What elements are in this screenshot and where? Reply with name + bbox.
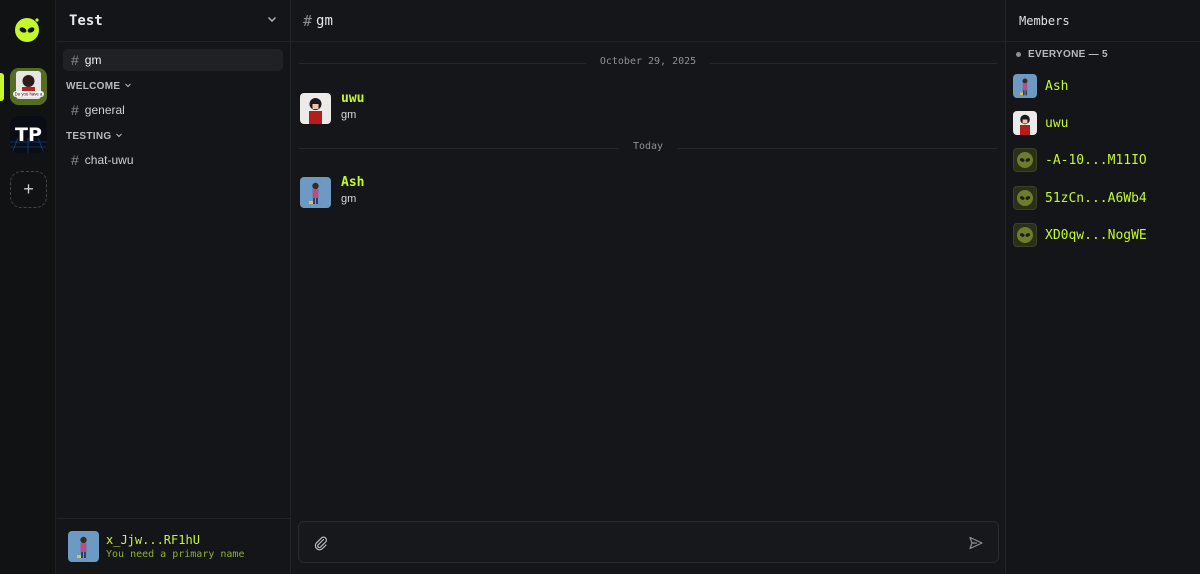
- user-panel[interactable]: x_Jjw...RF1hU You need a primary name: [57, 518, 290, 574]
- members-panel: Members EVERYONE — 5 Ash uwu -A-10...M11…: [1005, 0, 1200, 574]
- channel-sidebar: Test # gm WELCOME # general TESTING # ch…: [57, 0, 291, 574]
- alien-avatar-icon: [1013, 186, 1037, 210]
- channel-header: # gm: [291, 0, 1005, 42]
- channel-label: gm: [84, 53, 102, 67]
- member-name: uwu: [1045, 115, 1069, 131]
- paperclip-icon[interactable]: [313, 535, 329, 551]
- member-item[interactable]: Ash: [1013, 74, 1068, 98]
- member-name: XD0qw...NogWE: [1045, 227, 1147, 243]
- date-divider: Today: [299, 141, 997, 152]
- chevron-down-icon: [124, 81, 132, 92]
- user-name: x_Jjw...RF1hU: [106, 533, 200, 547]
- message-input[interactable]: [298, 521, 999, 563]
- channel-item-gm[interactable]: # gm: [63, 49, 283, 71]
- date-divider-label: Today: [618, 141, 678, 152]
- date-divider: October 29, 2025: [299, 56, 997, 67]
- avatar: [68, 531, 99, 562]
- member-item[interactable]: uwu: [1013, 111, 1068, 135]
- alien-avatar-icon: [1013, 148, 1037, 172]
- members-title: Members: [1006, 0, 1200, 42]
- server-tp-label: TP: [15, 124, 42, 146]
- member-name: -A-10...M11IO: [1045, 152, 1147, 168]
- member-item[interactable]: 51zCn...A6Wb4: [1013, 186, 1147, 210]
- alien-avatar-icon: [1013, 223, 1037, 247]
- role-label: EVERYONE — 5: [1028, 49, 1108, 60]
- channel-item-general[interactable]: # general: [63, 99, 283, 121]
- role-header: EVERYONE — 5: [1016, 49, 1108, 60]
- message-text: gm: [341, 109, 357, 121]
- channel-item-chat-uwu[interactable]: # chat-uwu: [63, 149, 283, 171]
- channel-label: general: [84, 103, 125, 117]
- message: Ash gm: [300, 175, 364, 208]
- avatar[interactable]: [300, 177, 331, 208]
- chevron-down-icon[interactable]: [266, 12, 278, 30]
- member-item[interactable]: XD0qw...NogWE: [1013, 223, 1147, 247]
- member-item[interactable]: -A-10...M11IO: [1013, 148, 1147, 172]
- category-label: TESTING: [66, 131, 112, 142]
- avatar: [1013, 111, 1037, 135]
- message-text: gm: [341, 193, 357, 205]
- hash-icon: #: [71, 152, 79, 168]
- selected-server-indicator: [0, 73, 4, 101]
- hash-icon: #: [71, 102, 79, 118]
- server-header[interactable]: Test: [57, 0, 290, 42]
- chevron-down-icon: [115, 131, 123, 142]
- category-welcome[interactable]: WELCOME: [66, 81, 132, 92]
- message-author[interactable]: uwu: [341, 91, 364, 106]
- server-rail: Do you have a TP +: [0, 0, 56, 574]
- hash-icon: #: [303, 11, 313, 30]
- hash-icon: #: [71, 52, 79, 68]
- date-divider-label: October 29, 2025: [585, 56, 711, 67]
- member-name: Ash: [1045, 78, 1069, 94]
- add-server-button[interactable]: +: [10, 171, 47, 208]
- status-dot-icon: [1016, 52, 1021, 57]
- channel-label: chat-uwu: [84, 153, 134, 167]
- avatar: [1013, 74, 1037, 98]
- category-label: WELCOME: [66, 81, 121, 92]
- user-status: You need a primary name: [106, 549, 245, 560]
- server-name: Test: [69, 12, 103, 29]
- server-icon-test[interactable]: Do you have a: [10, 68, 47, 105]
- channel-title: gm: [316, 12, 333, 29]
- category-testing[interactable]: TESTING: [66, 131, 123, 142]
- server-badge-text: Do you have a: [15, 92, 43, 97]
- message-author[interactable]: Ash: [341, 175, 364, 190]
- server-icon-tp[interactable]: TP: [10, 116, 47, 153]
- avatar[interactable]: [300, 93, 331, 124]
- chat-panel: # gm October 29, 2025 uwu gm Today Ash g…: [291, 0, 1005, 574]
- member-name: 51zCn...A6Wb4: [1045, 190, 1147, 206]
- alien-logo-icon[interactable]: [14, 17, 40, 43]
- message: uwu gm: [300, 91, 364, 124]
- send-icon[interactable]: [968, 535, 984, 551]
